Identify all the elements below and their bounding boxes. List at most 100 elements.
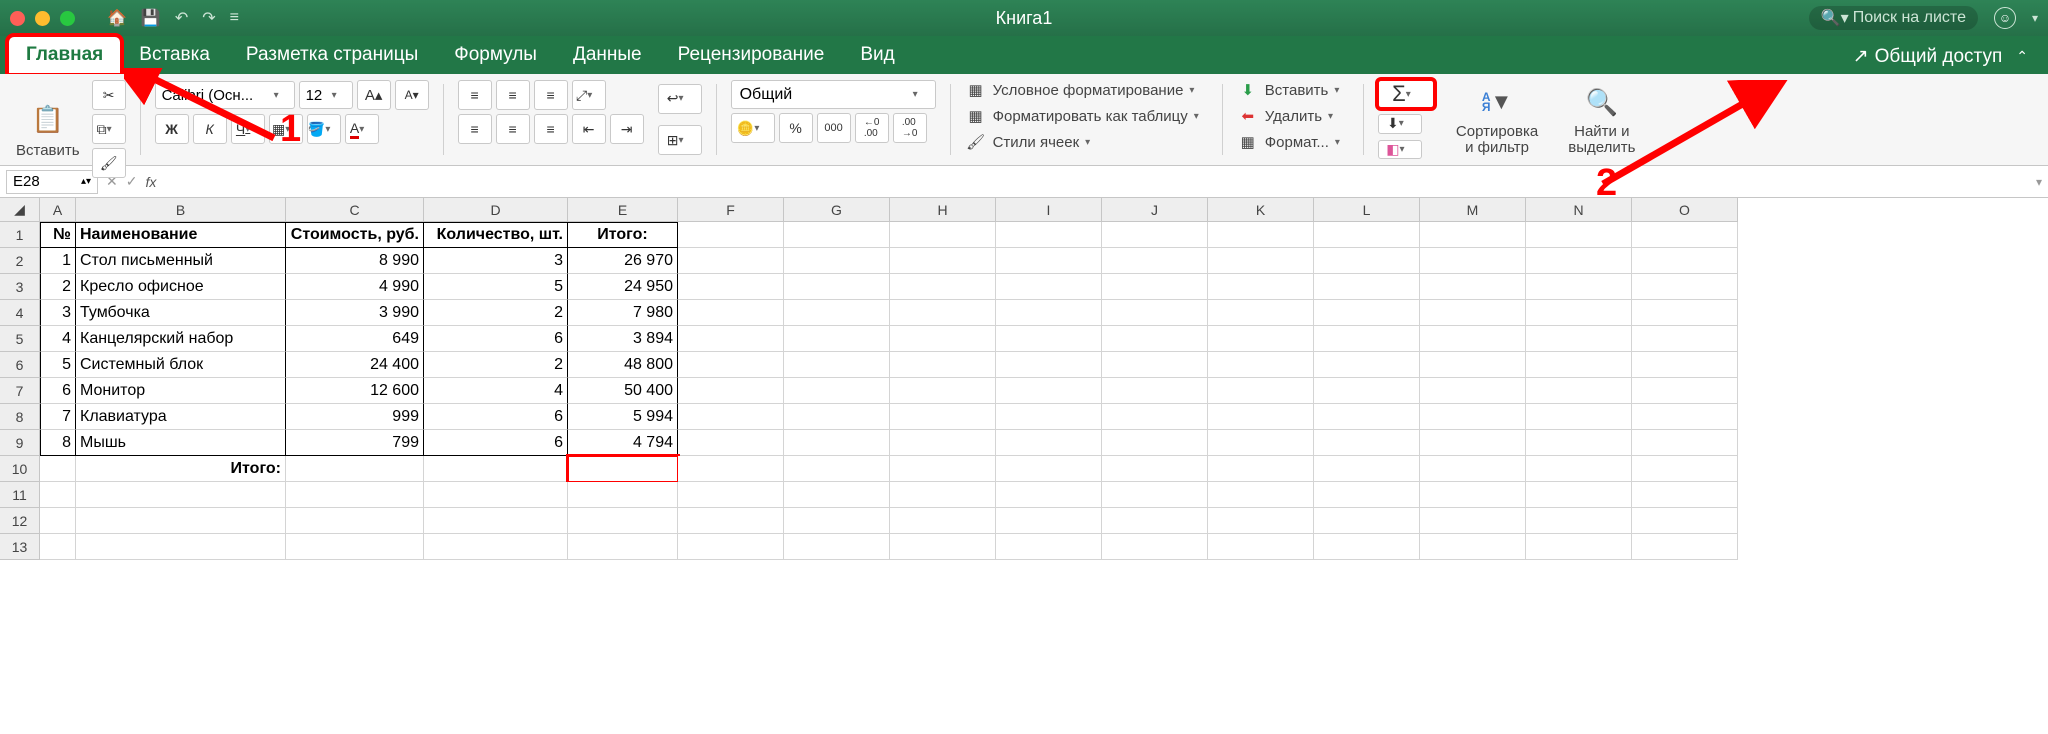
borders-button[interactable]: ▦ ▾: [269, 114, 303, 144]
cell[interactable]: Стол письменный: [76, 248, 286, 274]
font-size-select[interactable]: 12▾: [299, 81, 353, 109]
cell[interactable]: [1526, 404, 1632, 430]
qat-more-icon[interactable]: ≡: [230, 9, 239, 27]
tab-home[interactable]: Главная: [8, 36, 121, 74]
cell[interactable]: 4: [40, 326, 76, 352]
cell[interactable]: 3: [40, 300, 76, 326]
cell[interactable]: [1208, 430, 1314, 456]
cell[interactable]: Клавиатура: [76, 404, 286, 430]
cell[interactable]: [1208, 404, 1314, 430]
font-color-button[interactable]: A▾: [345, 114, 379, 144]
cell[interactable]: I: [996, 198, 1102, 222]
cell[interactable]: [1314, 508, 1420, 534]
close-window-button[interactable]: [10, 11, 25, 26]
autosum-button[interactable]: Σ ▾: [1378, 80, 1434, 108]
feedback-icon[interactable]: ☺: [1994, 7, 2016, 29]
cell[interactable]: [678, 404, 784, 430]
cell[interactable]: 1: [0, 222, 40, 248]
cell[interactable]: [678, 352, 784, 378]
bold-button[interactable]: Ж: [155, 114, 189, 144]
cell[interactable]: [1526, 274, 1632, 300]
cell[interactable]: [890, 300, 996, 326]
cell[interactable]: [678, 430, 784, 456]
cell[interactable]: [678, 326, 784, 352]
cell[interactable]: O: [1632, 198, 1738, 222]
cell[interactable]: [1632, 378, 1738, 404]
cell[interactable]: [996, 508, 1102, 534]
cut-icon[interactable]: ✂: [92, 80, 126, 110]
cell[interactable]: 8: [0, 404, 40, 430]
increase-font-icon[interactable]: A▴: [357, 80, 391, 110]
align-center-icon[interactable]: ≡: [496, 114, 530, 144]
cell[interactable]: [1102, 404, 1208, 430]
expand-formula-bar-icon[interactable]: ▾: [2036, 175, 2042, 189]
cell[interactable]: [1208, 248, 1314, 274]
delete-cells-button[interactable]: ⬅Удалить ▾: [1237, 106, 1349, 126]
cell[interactable]: [568, 482, 678, 508]
cell[interactable]: Канцелярский набор: [76, 326, 286, 352]
cell[interactable]: [1102, 352, 1208, 378]
cell[interactable]: [286, 456, 424, 482]
cell[interactable]: [1208, 378, 1314, 404]
cell[interactable]: 5: [0, 326, 40, 352]
align-bottom-icon[interactable]: ≡: [534, 80, 568, 110]
undo-icon[interactable]: ↶: [175, 8, 188, 28]
cell[interactable]: [1632, 534, 1738, 560]
cell[interactable]: [1420, 352, 1526, 378]
cell[interactable]: 5 994: [568, 404, 678, 430]
cell[interactable]: [678, 378, 784, 404]
cell[interactable]: A: [40, 198, 76, 222]
cell[interactable]: [996, 378, 1102, 404]
zoom-window-button[interactable]: [60, 11, 75, 26]
cell[interactable]: [784, 508, 890, 534]
cell[interactable]: [1314, 326, 1420, 352]
cell[interactable]: 999: [286, 404, 424, 430]
cell[interactable]: [1102, 534, 1208, 560]
cell[interactable]: [76, 508, 286, 534]
cell[interactable]: 6: [424, 326, 568, 352]
cell[interactable]: [1526, 456, 1632, 482]
cell[interactable]: [1632, 456, 1738, 482]
cell[interactable]: 4: [424, 378, 568, 404]
cell[interactable]: [1102, 456, 1208, 482]
decrease-decimal-icon[interactable]: .00→0: [893, 113, 927, 143]
cell[interactable]: 24 950: [568, 274, 678, 300]
align-right-icon[interactable]: ≡: [534, 114, 568, 144]
cell[interactable]: 6: [40, 378, 76, 404]
cell[interactable]: [1102, 378, 1208, 404]
cell[interactable]: [424, 534, 568, 560]
cell[interactable]: 7 980: [568, 300, 678, 326]
cell[interactable]: [1314, 456, 1420, 482]
cell[interactable]: [1632, 482, 1738, 508]
cell[interactable]: [1420, 482, 1526, 508]
cell[interactable]: [424, 482, 568, 508]
cell[interactable]: [784, 300, 890, 326]
cell[interactable]: D: [424, 198, 568, 222]
cell[interactable]: №: [40, 222, 76, 248]
decrease-font-icon[interactable]: A▾: [395, 80, 429, 110]
cell[interactable]: [1526, 222, 1632, 248]
tab-data[interactable]: Данные: [555, 36, 660, 74]
cell[interactable]: N: [1526, 198, 1632, 222]
cell[interactable]: [40, 456, 76, 482]
cell[interactable]: 4 794: [568, 430, 678, 456]
cell[interactable]: [1208, 222, 1314, 248]
cell[interactable]: 2: [424, 352, 568, 378]
cell[interactable]: [890, 404, 996, 430]
italic-button[interactable]: К: [193, 114, 227, 144]
cell[interactable]: [40, 482, 76, 508]
cell[interactable]: 50 400: [568, 378, 678, 404]
cell[interactable]: [890, 326, 996, 352]
cell[interactable]: [568, 456, 678, 482]
cell[interactable]: [784, 378, 890, 404]
cell[interactable]: [1420, 274, 1526, 300]
number-format-select[interactable]: Общий▾: [731, 80, 936, 109]
cell[interactable]: Системный блок: [76, 352, 286, 378]
cell[interactable]: 11: [0, 482, 40, 508]
cell[interactable]: [784, 456, 890, 482]
cell[interactable]: [890, 352, 996, 378]
cell[interactable]: L: [1314, 198, 1420, 222]
tab-formulas[interactable]: Формулы: [436, 36, 555, 74]
cell[interactable]: [678, 456, 784, 482]
cell[interactable]: [1208, 482, 1314, 508]
